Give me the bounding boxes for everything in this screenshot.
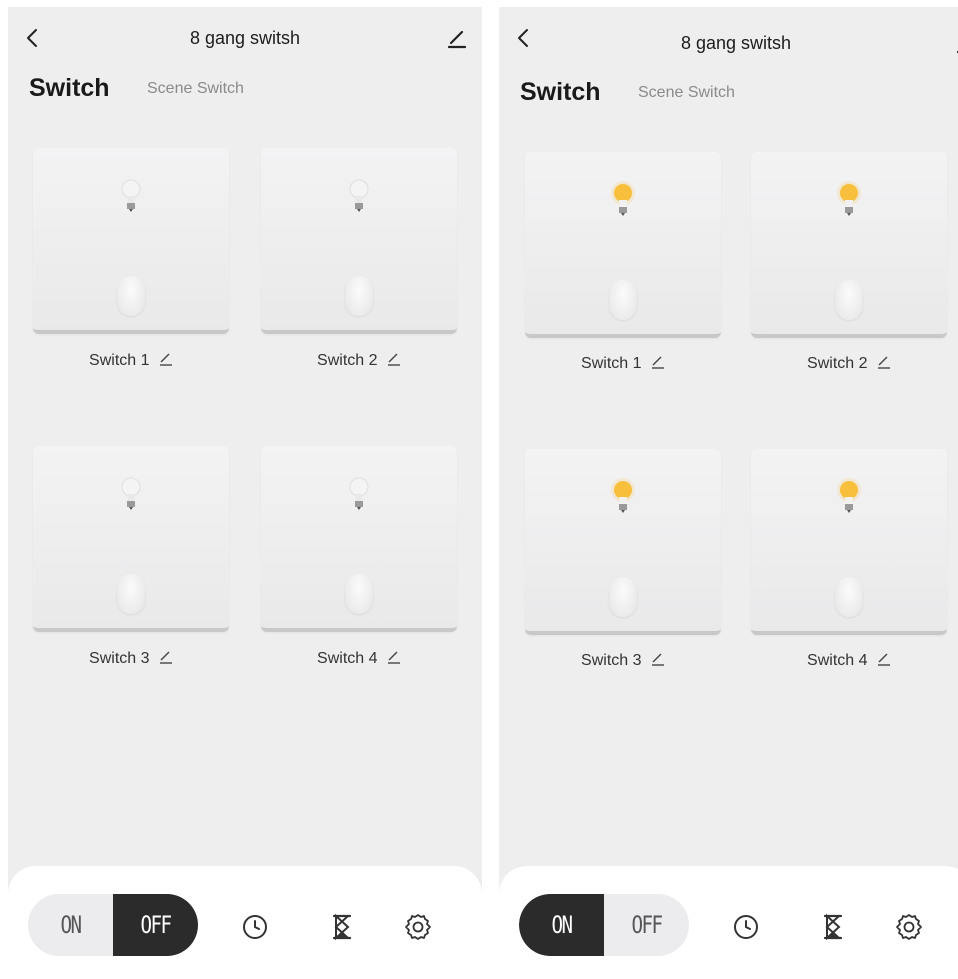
- rename-pencil-icon[interactable]: [877, 355, 891, 369]
- switch-1-name: Switch 1: [581, 355, 642, 372]
- switch-3-tile[interactable]: [525, 449, 721, 635]
- switch-3-label[interactable]: Switch 3: [525, 652, 721, 670]
- app-screen-left: 8 gang switsh Switch Scene Switch Switch…: [8, 7, 482, 979]
- rename-pencil-icon[interactable]: [387, 352, 401, 366]
- rename-pencil-icon[interactable]: [387, 650, 401, 664]
- switch-4-label[interactable]: Switch 4: [751, 652, 947, 670]
- clock-icon[interactable]: [241, 913, 269, 941]
- light-bulb-icon: [121, 179, 141, 212]
- all-off-button[interactable]: OFF: [613, 894, 681, 956]
- app-screen-right: 8 gang switsh Switch Scene Switch Switch…: [499, 7, 958, 979]
- all-on-off-toggle[interactable]: ON OFF: [519, 894, 689, 956]
- switch-1-toggle-knob[interactable]: [609, 280, 637, 320]
- bottom-control-bar: ON OFF: [499, 866, 958, 979]
- rename-pencil-icon[interactable]: [159, 352, 173, 366]
- switch-1-label[interactable]: Switch 1: [525, 355, 721, 373]
- light-bulb-icon: [349, 179, 369, 212]
- switch-3-tile[interactable]: [33, 446, 229, 632]
- switch-2-toggle-knob[interactable]: [835, 280, 863, 320]
- page-title: 8 gang switsh: [680, 33, 792, 53]
- tab-scene-switch[interactable]: Scene Switch: [638, 84, 735, 102]
- switch-1-tile[interactable]: [33, 148, 229, 334]
- switch-2-label[interactable]: Switch 2: [261, 352, 457, 370]
- switch-2-tile[interactable]: [751, 152, 947, 338]
- tab-scene-switch[interactable]: Scene Switch: [147, 80, 244, 98]
- all-on-button[interactable]: ON: [37, 894, 105, 956]
- gear-icon[interactable]: [404, 913, 432, 941]
- hourglass-icon[interactable]: [819, 913, 847, 941]
- tab-switch[interactable]: Switch: [520, 78, 601, 107]
- switch-4-toggle-knob[interactable]: [835, 577, 863, 617]
- switch-2-label[interactable]: Switch 2: [751, 355, 947, 373]
- switch-1-label[interactable]: Switch 1: [33, 352, 229, 370]
- switch-3-name: Switch 3: [89, 650, 150, 667]
- all-off-button[interactable]: OFF: [122, 894, 190, 956]
- clock-icon[interactable]: [732, 913, 760, 941]
- light-bulb-icon: [837, 478, 861, 513]
- switch-3-toggle-knob[interactable]: [117, 574, 145, 614]
- page-title: 8 gang switsh: [189, 28, 301, 48]
- rename-pencil-icon[interactable]: [159, 650, 173, 664]
- light-bulb-icon: [349, 477, 369, 510]
- switch-1-tile[interactable]: [525, 152, 721, 338]
- switch-3-toggle-knob[interactable]: [609, 577, 637, 617]
- edit-pencil-icon[interactable]: [446, 27, 468, 49]
- light-bulb-icon: [121, 477, 141, 510]
- rename-pencil-icon[interactable]: [651, 652, 665, 666]
- switch-4-name: Switch 4: [807, 652, 868, 669]
- all-on-off-toggle[interactable]: ON OFF: [28, 894, 198, 956]
- switch-2-toggle-knob[interactable]: [345, 276, 373, 316]
- light-bulb-icon: [837, 181, 861, 216]
- switch-2-tile[interactable]: [261, 148, 457, 334]
- switch-4-name: Switch 4: [317, 650, 378, 667]
- switch-4-tile[interactable]: [751, 449, 947, 635]
- rename-pencil-icon[interactable]: [651, 355, 665, 369]
- light-bulb-icon: [611, 478, 635, 513]
- switch-2-name: Switch 2: [807, 355, 868, 372]
- light-bulb-icon: [611, 181, 635, 216]
- switch-1-toggle-knob[interactable]: [117, 276, 145, 316]
- switch-3-label[interactable]: Switch 3: [33, 650, 229, 668]
- switch-3-name: Switch 3: [581, 652, 642, 669]
- switch-4-toggle-knob[interactable]: [345, 574, 373, 614]
- switch-2-name: Switch 2: [317, 352, 378, 369]
- switch-1-name: Switch 1: [89, 352, 150, 369]
- rename-pencil-icon[interactable]: [877, 652, 891, 666]
- switch-4-label[interactable]: Switch 4: [261, 650, 457, 668]
- hourglass-icon[interactable]: [328, 913, 356, 941]
- bottom-control-bar: ON OFF: [8, 866, 482, 979]
- all-on-button[interactable]: ON: [528, 894, 596, 956]
- gear-icon[interactable]: [895, 913, 923, 941]
- tab-switch[interactable]: Switch: [29, 74, 110, 103]
- switch-4-tile[interactable]: [261, 446, 457, 632]
